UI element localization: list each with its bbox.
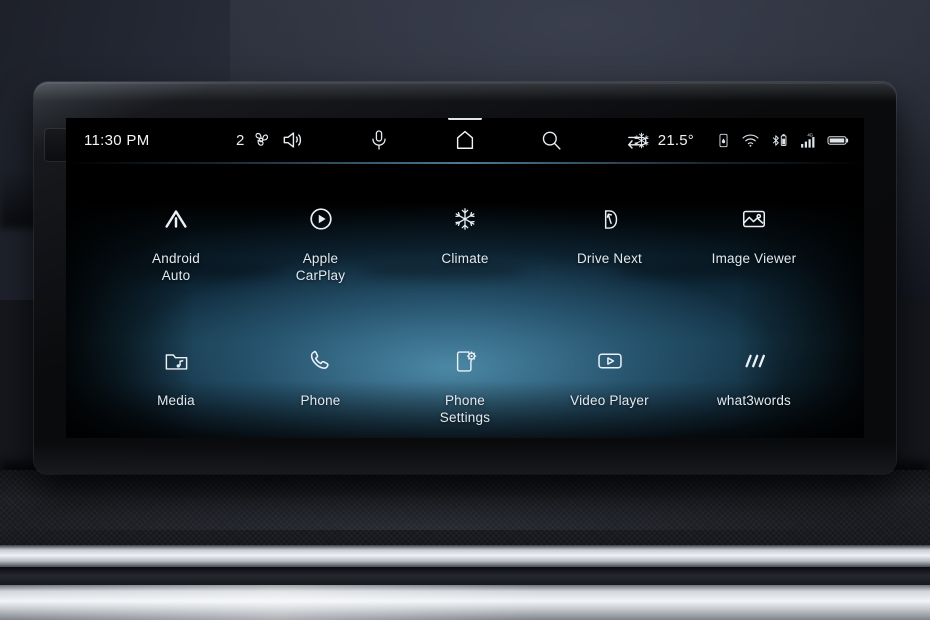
app-label: Phone Settings: [439, 393, 491, 425]
voice-assistant-button[interactable]: [362, 123, 396, 157]
phone-handset-icon: [307, 346, 334, 376]
app-label: Media: [157, 393, 195, 408]
app-image-viewer[interactable]: Image Viewer: [690, 204, 818, 267]
phone-settings-icon: [452, 346, 479, 376]
display-bezel: 11:30 PM 2 21.5° 4G Android Auto Apple C…: [34, 82, 896, 474]
what3words-slashes-icon: [739, 346, 769, 376]
home-active-indicator: [448, 118, 482, 120]
dashboard-scene: 11:30 PM 2 21.5° 4G Android Auto Apple C…: [0, 0, 930, 620]
app-phone[interactable]: Phone: [257, 346, 385, 409]
bluetooth-battery-icon: [769, 131, 790, 150]
snowflake-icon: [632, 131, 651, 150]
video-player-icon: [596, 346, 624, 376]
status-right-group: 21.5° 4G: [632, 131, 850, 150]
apple-carplay-icon: [307, 204, 335, 234]
app-label: Apple CarPlay: [295, 251, 346, 283]
status-bar-divider: [66, 162, 864, 164]
wifi-icon: [741, 131, 760, 150]
climate-status[interactable]: 21.5°: [632, 131, 694, 150]
music-folder-icon: [163, 346, 190, 376]
chrome-trim-upper: [0, 545, 930, 567]
device-connection-icon: [715, 132, 732, 149]
cabin-temperature: 21.5°: [657, 131, 694, 149]
app-drive-next[interactable]: Drive Next: [546, 204, 674, 267]
battery-icon: [827, 133, 850, 148]
app-climate[interactable]: Climate: [401, 204, 529, 267]
infotainment-screen[interactable]: 11:30 PM 2 21.5° 4G Android Auto Apple C…: [66, 118, 864, 438]
app-label: Image Viewer: [711, 251, 797, 266]
app-what3words[interactable]: what3words: [690, 346, 818, 409]
app-label: Phone: [300, 393, 341, 408]
cellular-signal-icon: 4G: [799, 131, 818, 150]
app-grid: Android Auto Apple CarPlay Climate Drive…: [66, 176, 864, 436]
app-label: Climate: [441, 251, 489, 266]
home-button[interactable]: [448, 118, 482, 157]
chrome-trim-gloss: [0, 585, 930, 620]
app-row-2: Media Phone Phone Settings Video Player …: [112, 346, 818, 426]
dashboard-panel-sheen: [0, 470, 930, 530]
app-media[interactable]: Media: [112, 346, 240, 409]
volume-speaker-button[interactable]: [276, 123, 310, 157]
image-viewer-icon: [740, 204, 768, 234]
search-button[interactable]: [534, 123, 568, 157]
drive-next-icon: [596, 204, 623, 234]
app-row-1: Android Auto Apple CarPlay Climate Drive…: [112, 204, 818, 284]
status-bar: 11:30 PM 2 21.5° 4G: [66, 118, 864, 162]
svg-text:4G: 4G: [807, 132, 813, 137]
android-auto-icon: [162, 204, 190, 234]
app-label: Android Auto: [152, 251, 200, 283]
app-android-auto[interactable]: Android Auto: [112, 204, 240, 284]
app-phone-settings[interactable]: Phone Settings: [401, 346, 529, 426]
app-label: Video Player: [570, 393, 649, 408]
snowflake-icon: [452, 204, 478, 234]
app-video-player[interactable]: Video Player: [546, 346, 674, 409]
app-apple-carplay[interactable]: Apple CarPlay: [257, 204, 385, 284]
app-label: what3words: [716, 393, 792, 408]
app-label: Drive Next: [576, 251, 642, 266]
